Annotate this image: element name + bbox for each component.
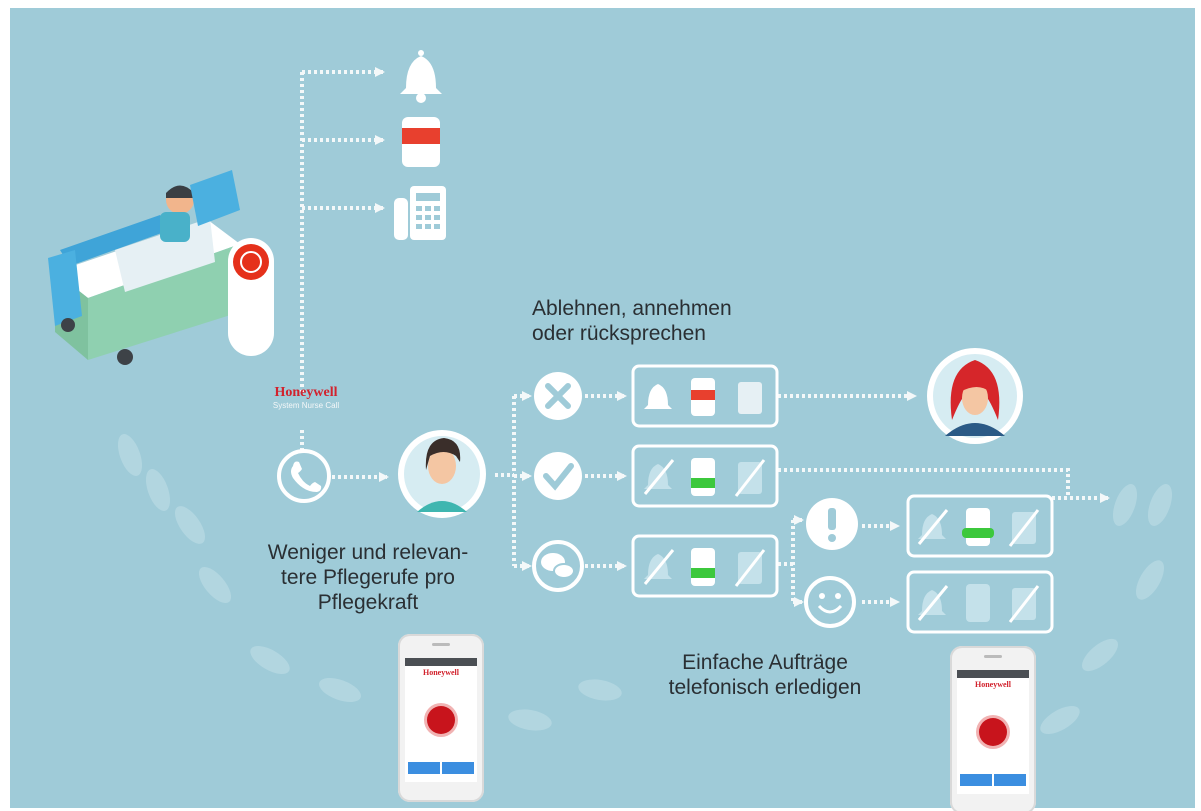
caption-line: telefonisch erledigen [668, 676, 862, 699]
phone-alarm-button [979, 718, 1007, 746]
phone-button-right [994, 774, 1026, 786]
phone-screen: Honeywell [405, 658, 477, 782]
phone-logo: Honeywell [423, 668, 459, 677]
desk-phone-icon [394, 186, 446, 240]
phone-status-bar [405, 658, 477, 666]
caption-simple-tasks: Einfache Aufträge telefonisch erledigen [620, 650, 910, 700]
phone-alarm-button [427, 706, 455, 734]
brand-subtitle: System Nurse Call [272, 401, 340, 410]
accept-check-icon [534, 452, 582, 500]
caption-fewer-calls: Weniger und relevan- tere Pflegerufe pro… [228, 540, 508, 615]
caption-line: tere Pflegerufe pro [281, 566, 455, 589]
caption-line: oder rücksprechen [532, 322, 706, 345]
phone-speaker [984, 655, 1002, 658]
nurse-call-workflow-diagram: Ablehnen, annehmen oder rücksprechen Wen… [0, 0, 1201, 811]
status-panel-simple-task [906, 570, 1054, 634]
talk-back-bubble-icon [532, 540, 584, 592]
patient-bed-illustration [48, 170, 240, 365]
status-panel-reject [631, 364, 779, 428]
caption-line: Pflegekraft [317, 591, 419, 614]
phone-status-bar [957, 670, 1029, 678]
caption-line: Weniger und relevan- [267, 541, 469, 564]
urgent-exclamation-icon [806, 498, 858, 550]
bell-icon [400, 50, 442, 103]
phone-screen: Honeywell [957, 670, 1029, 794]
status-panel-accept [631, 444, 779, 508]
phone-button-left [960, 774, 992, 786]
phone-button-right [442, 762, 474, 774]
smartphone-left: Honeywell [398, 634, 484, 802]
caption-response-options: Ablehnen, annehmen oder rücksprechen [532, 296, 792, 346]
call-terminal-illustration [228, 238, 274, 356]
status-panel-talkback [631, 534, 779, 598]
caption-line: Einfache Aufträge [682, 651, 848, 674]
caption-line: Ablehnen, annehmen [532, 297, 732, 320]
simple-task-smiley-icon [804, 576, 856, 628]
brand-logo: Honeywell System Nurse Call [246, 385, 366, 411]
phone-speaker [432, 643, 450, 646]
smartphone-right: Honeywell [950, 646, 1036, 811]
corridor-lamp-icon [402, 117, 440, 167]
brand-name: Honeywell [274, 385, 338, 400]
status-panel-urgent [906, 494, 1054, 558]
reject-x-icon [534, 372, 582, 420]
phone-button-left [408, 762, 440, 774]
phone-logo: Honeywell [975, 680, 1011, 689]
nurse-avatar [398, 430, 486, 518]
colleague-avatar [927, 348, 1023, 444]
phone-handset-icon [277, 449, 331, 503]
